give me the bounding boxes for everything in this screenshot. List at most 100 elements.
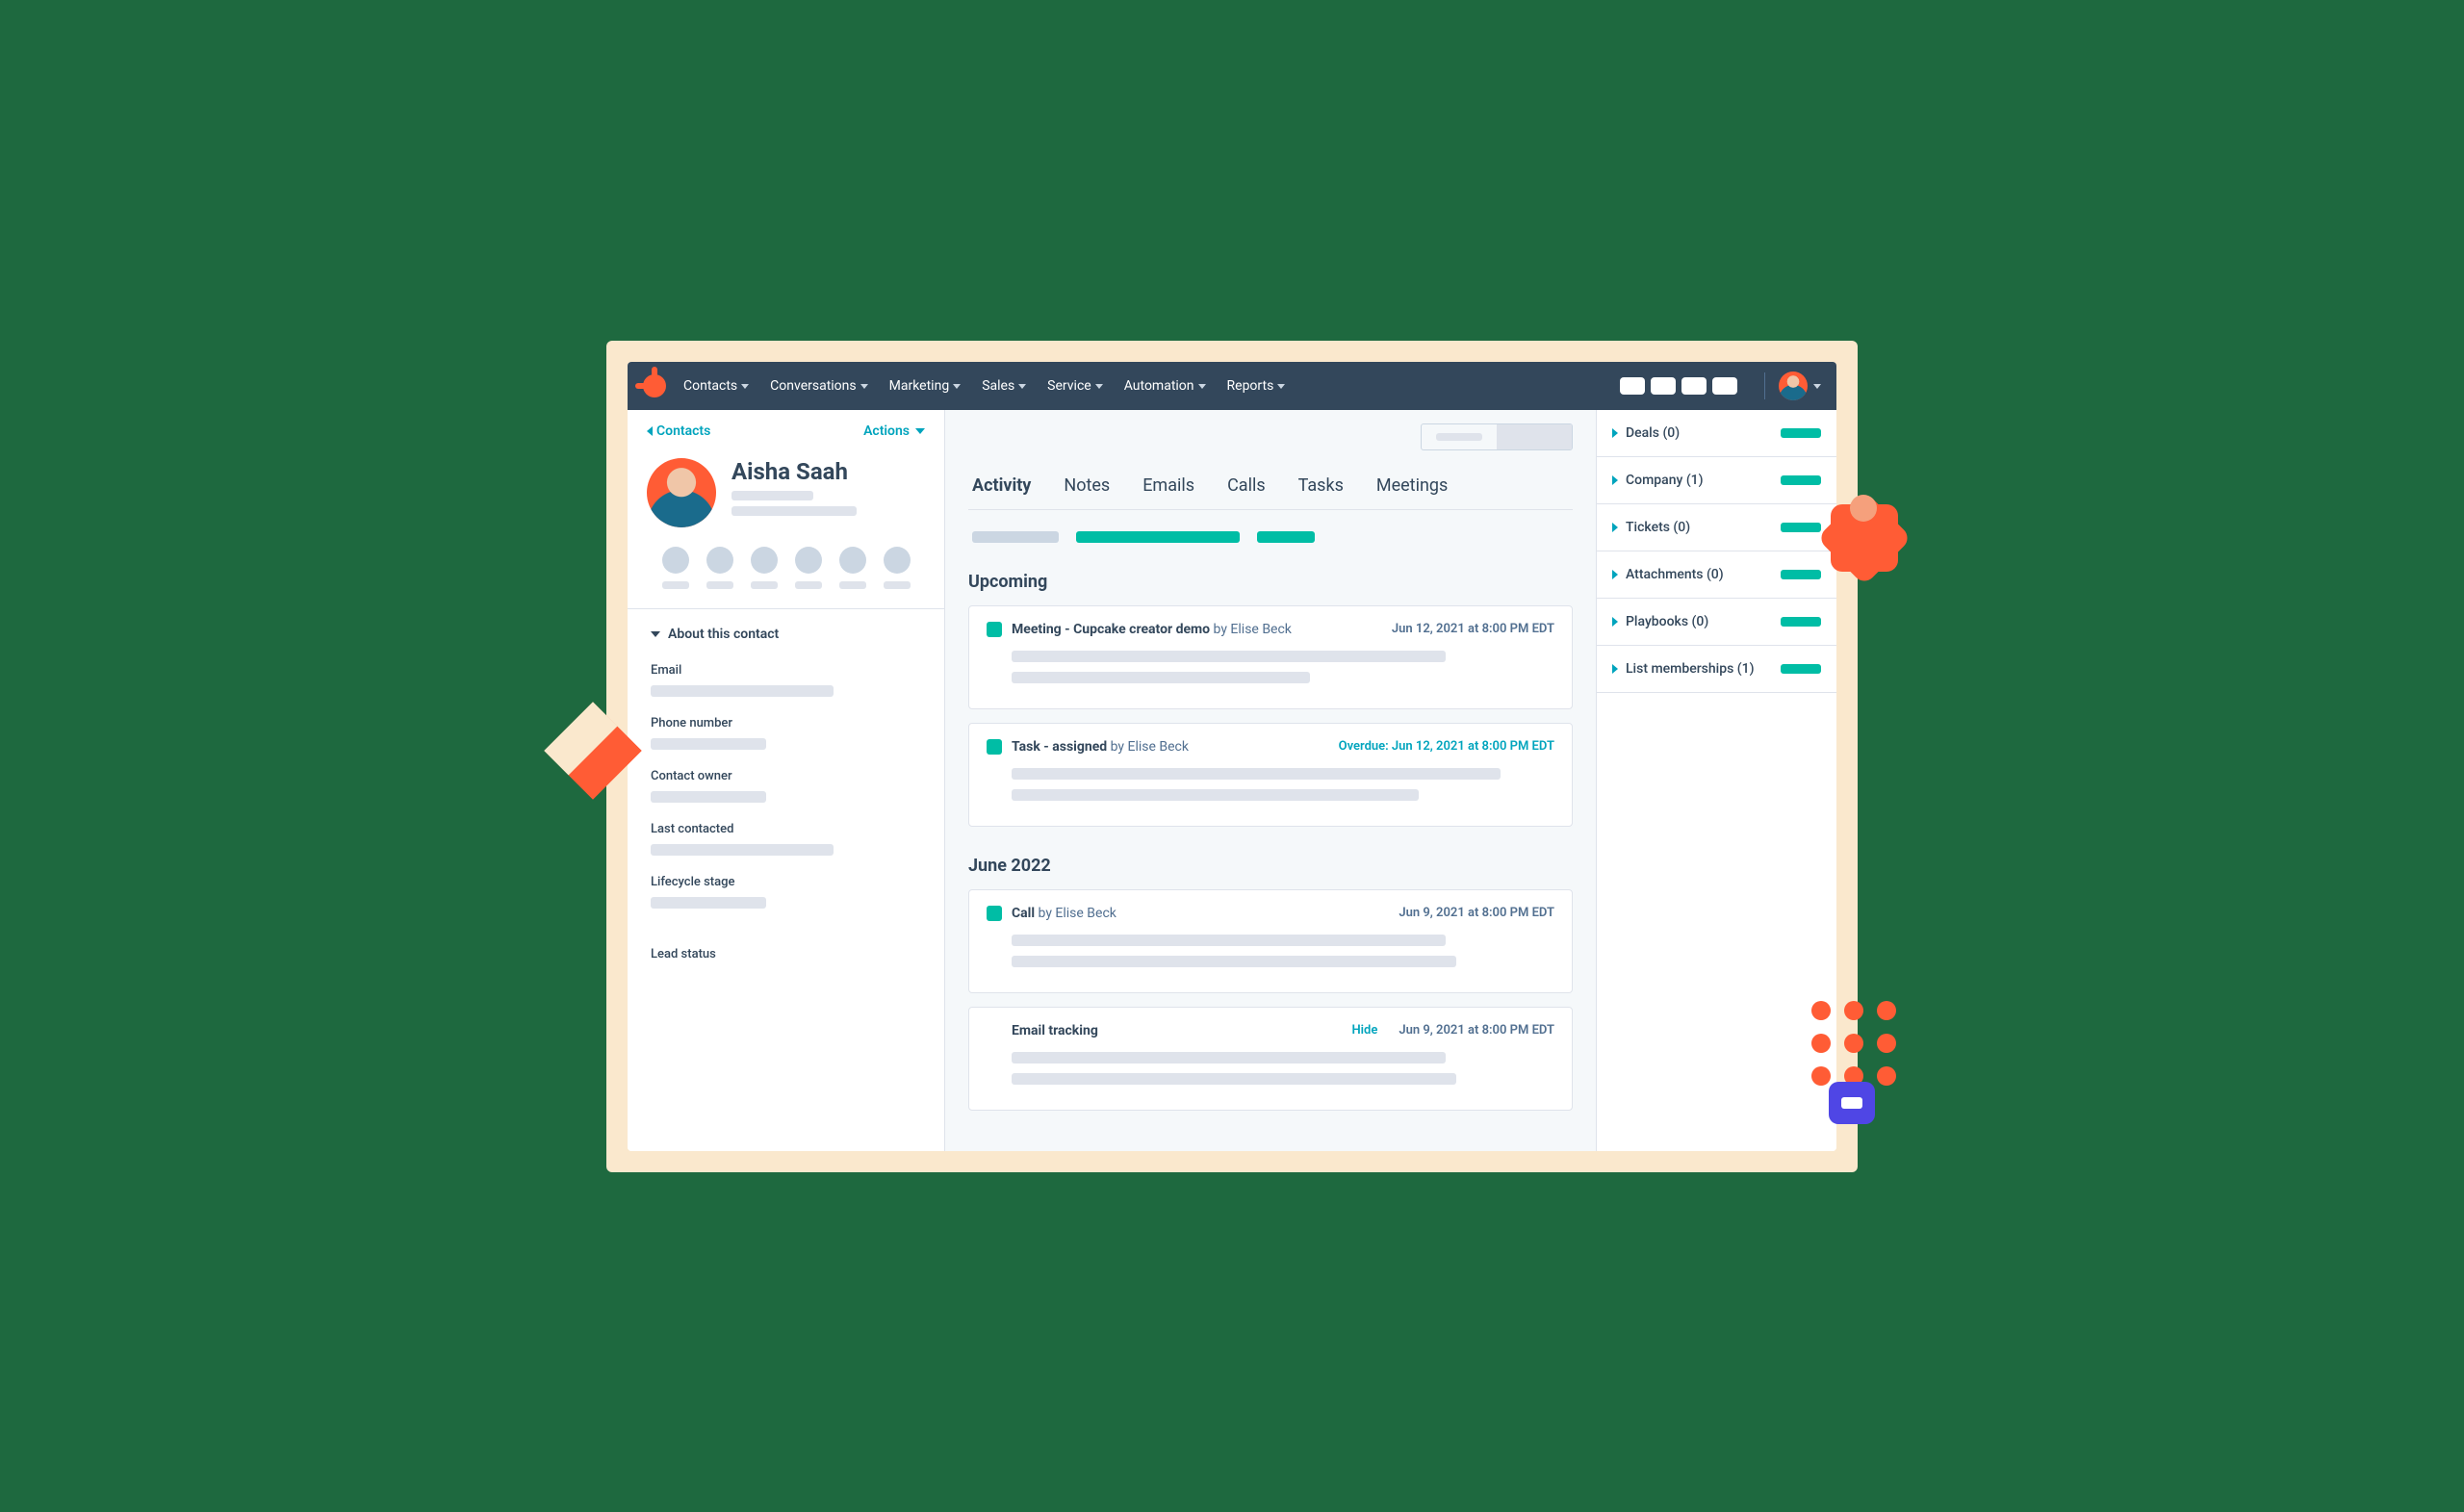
placeholder (795, 581, 822, 589)
chevron-right-icon (1612, 428, 1618, 438)
nav-utility-button[interactable] (1620, 377, 1645, 395)
top-nav: Contacts Conversations Marketing Sales S… (628, 362, 1836, 410)
account-menu[interactable] (1779, 372, 1821, 400)
nav-marketing[interactable]: Marketing (889, 378, 962, 394)
contact-action-buttons (647, 547, 925, 589)
accordion-playbooks[interactable]: Playbooks (0) (1597, 599, 1836, 646)
action-button[interactable] (662, 547, 689, 574)
nav-service[interactable]: Service (1047, 378, 1103, 394)
placeholder (1012, 935, 1446, 946)
view-toggle-option[interactable] (1497, 424, 1572, 449)
tab-meetings[interactable]: Meetings (1376, 475, 1448, 509)
placeholder (751, 581, 778, 589)
activity-date: Overdue: Jun 12, 2021 at 8:00 PM EDT (1339, 739, 1554, 754)
activity-date: Jun 9, 2021 at 8:00 PM EDT (1399, 906, 1554, 920)
filter-row (968, 510, 1573, 543)
chevron-down-icon (651, 631, 660, 637)
placeholder (1012, 651, 1446, 662)
activity-title: Email tracking (1012, 1023, 1098, 1038)
field-label-email: Email (651, 663, 921, 678)
action-button[interactable] (795, 547, 822, 574)
action-button[interactable] (884, 547, 911, 574)
chevron-right-icon (1612, 523, 1618, 532)
divider (1764, 372, 1765, 399)
action-button[interactable] (751, 547, 778, 574)
activity-card[interactable]: Task - assigned by Elise Beck Overdue: J… (968, 723, 1573, 827)
chevron-down-icon (915, 428, 925, 434)
actions-dropdown[interactable]: Actions (863, 423, 925, 439)
last-contacted-field[interactable] (651, 844, 834, 856)
decoration-dots (1811, 1001, 1896, 1086)
placeholder (1781, 523, 1821, 532)
nav-automation[interactable]: Automation (1124, 378, 1206, 394)
accordion-deals[interactable]: Deals (0) (1597, 410, 1836, 457)
hubspot-logo-icon[interactable] (643, 374, 666, 397)
accordion-company[interactable]: Company (1) (1597, 457, 1836, 504)
tab-calls[interactable]: Calls (1227, 475, 1266, 509)
nav-conversations[interactable]: Conversations (770, 378, 867, 394)
field-label-lifecycle: Lifecycle stage (651, 875, 921, 889)
chevron-right-icon (1612, 475, 1618, 485)
section-upcoming-title: Upcoming (968, 572, 1573, 592)
contact-name: Aisha Saah (732, 458, 925, 485)
email-field[interactable] (651, 685, 834, 697)
tab-emails[interactable]: Emails (1142, 475, 1194, 509)
view-toggle-option[interactable] (1422, 424, 1497, 449)
chevron-down-icon (1095, 384, 1103, 389)
nav-reports[interactable]: Reports (1227, 378, 1286, 394)
nav-utility-button[interactable] (1712, 377, 1737, 395)
about-contact-toggle[interactable]: About this contact (651, 627, 921, 642)
accordion-tickets[interactable]: Tickets (0) (1597, 504, 1836, 551)
hide-link[interactable]: Hide (1351, 1023, 1377, 1038)
chevron-down-icon (1813, 384, 1821, 389)
owner-field[interactable] (651, 791, 766, 803)
app-frame: Contacts Conversations Marketing Sales S… (606, 341, 1858, 1172)
tab-activity[interactable]: Activity (972, 475, 1031, 509)
accordion-list-memberships[interactable]: List memberships (1) (1597, 646, 1836, 693)
placeholder (884, 581, 911, 589)
placeholder (1012, 768, 1501, 780)
filter-chip[interactable] (972, 531, 1059, 543)
action-button[interactable] (839, 547, 866, 574)
tab-tasks[interactable]: Tasks (1298, 475, 1344, 509)
nav-utility-button[interactable] (1651, 377, 1676, 395)
contact-avatar-icon (647, 458, 716, 527)
back-to-contacts-link[interactable]: Contacts (647, 423, 710, 439)
section-june-title: June 2022 (968, 856, 1573, 876)
nav-utility-buttons (1620, 377, 1737, 395)
chat-widget-button[interactable] (1829, 1082, 1875, 1124)
nav-contacts[interactable]: Contacts (683, 378, 749, 394)
activity-card[interactable]: Call by Elise Beck Jun 9, 2021 at 8:00 P… (968, 889, 1573, 993)
placeholder (1781, 428, 1821, 438)
right-sidebar: Deals (0) Company (1) Tickets (0) Attach… (1596, 410, 1836, 1151)
activity-card[interactable]: Meeting - Cupcake creator demo by Elise … (968, 605, 1573, 709)
placeholder (1012, 789, 1419, 801)
chevron-right-icon (1612, 617, 1618, 627)
app-window: Contacts Conversations Marketing Sales S… (628, 362, 1836, 1151)
placeholder (662, 581, 689, 589)
chevron-right-icon (1612, 664, 1618, 674)
decoration-circle (1850, 495, 1877, 522)
field-label-last-contacted: Last contacted (651, 822, 921, 836)
chevron-right-icon (1612, 570, 1618, 579)
nav-sales[interactable]: Sales (982, 378, 1026, 394)
chevron-down-icon (953, 384, 961, 389)
placeholder (1012, 956, 1456, 967)
tab-notes[interactable]: Notes (1064, 475, 1110, 509)
action-button[interactable] (706, 547, 733, 574)
chevron-down-icon (1198, 384, 1206, 389)
lifecycle-field[interactable] (651, 897, 766, 909)
activity-title: Meeting - Cupcake creator demo by Elise … (1012, 622, 1292, 637)
activity-panel: Activity Notes Emails Calls Tasks Meetin… (945, 410, 1596, 1151)
nav-utility-button[interactable] (1681, 377, 1707, 395)
accordion-attachments[interactable]: Attachments (0) (1597, 551, 1836, 599)
activity-date: Jun 9, 2021 at 8:00 PM EDT (1399, 1023, 1554, 1038)
activity-title: Task - assigned by Elise Beck (1012, 739, 1189, 755)
activity-date: Jun 12, 2021 at 8:00 PM EDT (1392, 622, 1554, 636)
filter-chip[interactable] (1076, 531, 1240, 543)
activity-card[interactable]: Email tracking Hide Jun 9, 2021 at 8:00 … (968, 1007, 1573, 1111)
placeholder (706, 581, 733, 589)
filter-chip[interactable] (1257, 531, 1315, 543)
placeholder (839, 581, 866, 589)
phone-field[interactable] (651, 738, 766, 750)
